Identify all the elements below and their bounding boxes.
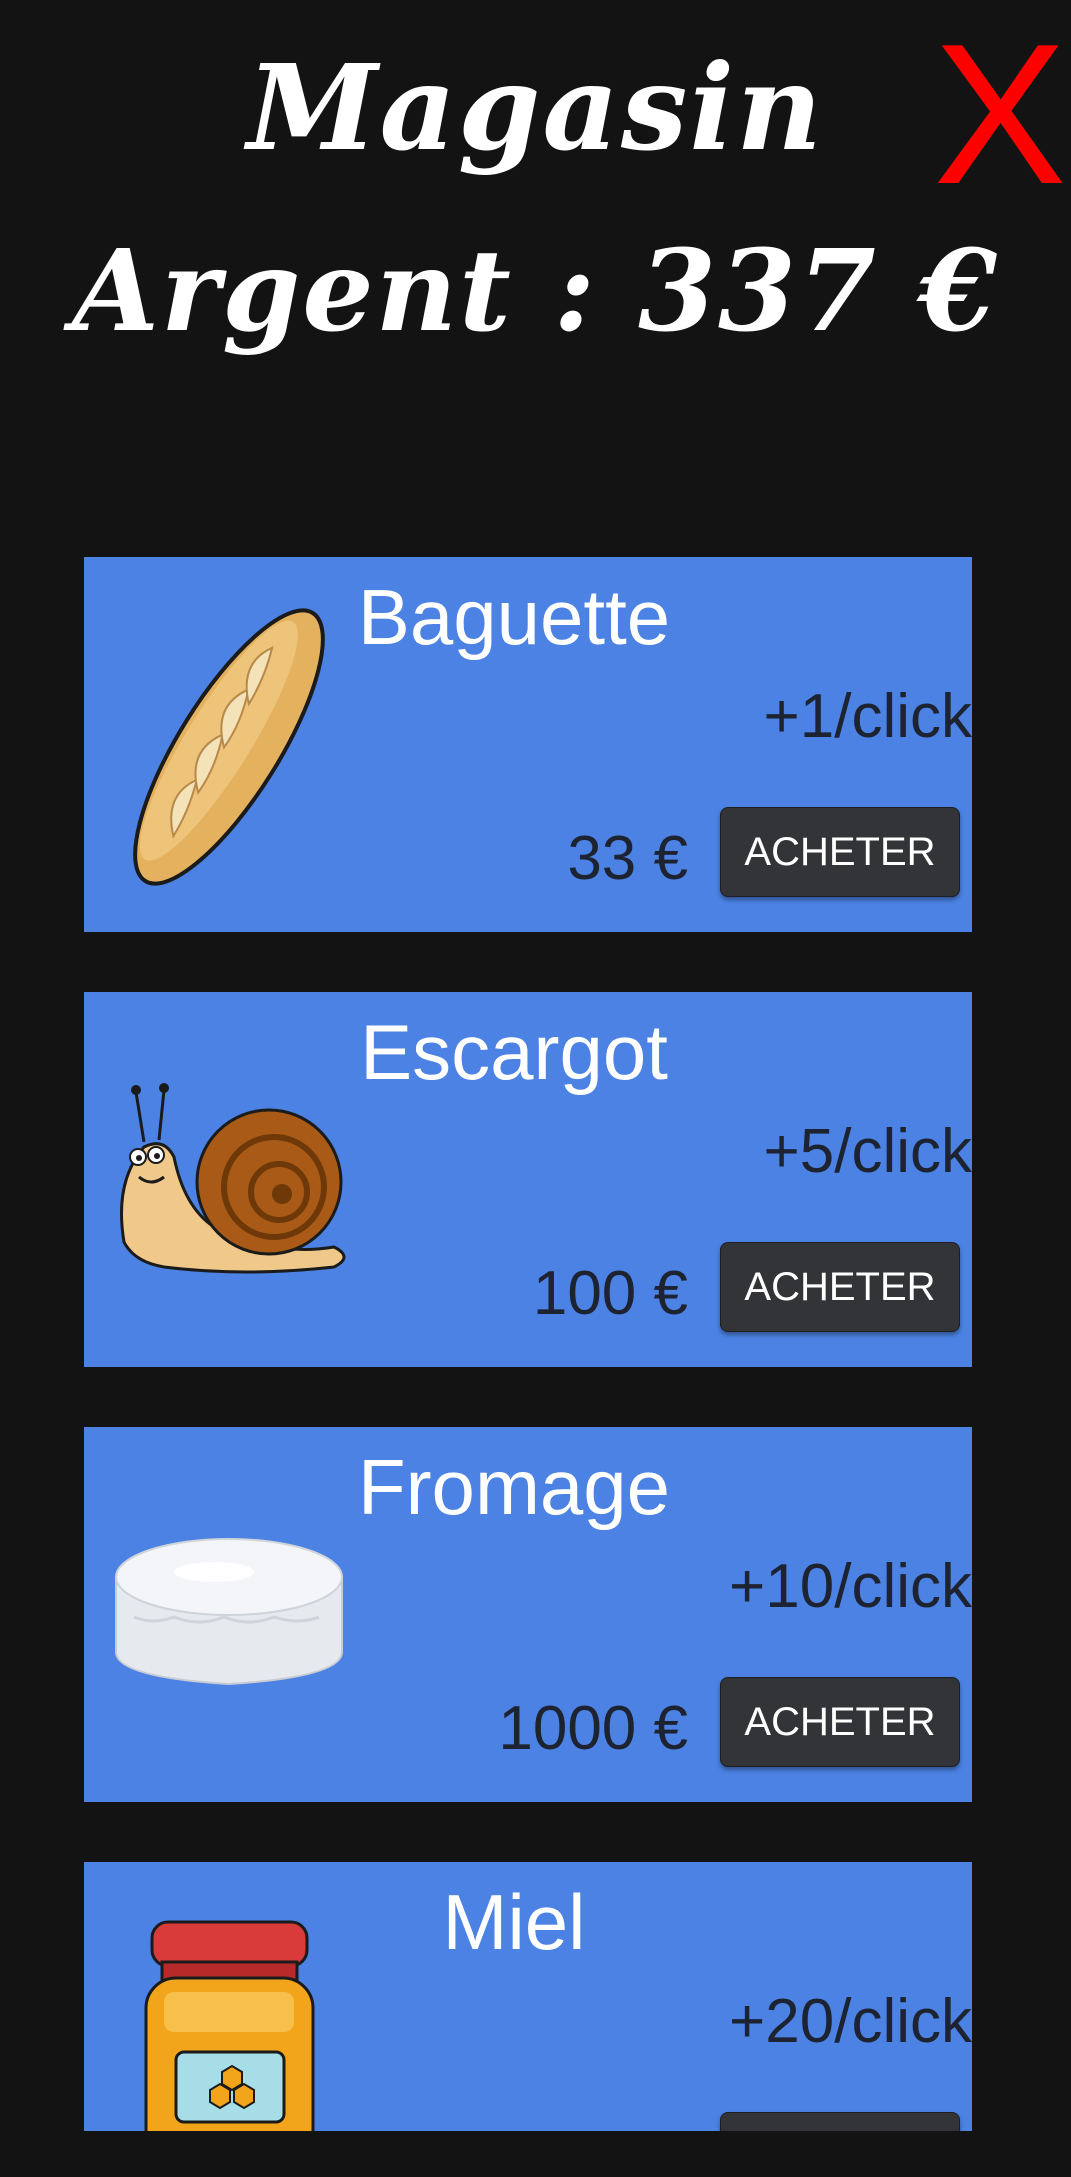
item-price: 100 €	[532, 1259, 688, 1328]
item-rate: +10/click	[729, 1552, 972, 1621]
item-rate: +20/click	[729, 1987, 972, 2056]
shop-title: Magasin	[246, 38, 825, 177]
money-display: Argent : 337 €	[72, 226, 999, 357]
shop-item-baguette: Baguette +1/click 33 € ACHETER	[84, 557, 972, 932]
item-price: 33 €	[567, 824, 688, 893]
close-button[interactable]: X	[930, 15, 1070, 215]
buy-escargot-button[interactable]: ACHETER	[720, 1242, 960, 1332]
shop-item-fromage: Fromage +10/click 1000 € ACHETER	[84, 1427, 972, 1802]
item-name: Baguette	[357, 573, 671, 661]
item-name: Miel	[442, 1878, 586, 1966]
buy-baguette-button[interactable]: ACHETER	[720, 807, 960, 897]
shop-item-miel: Miel +20/click	[84, 1862, 972, 2131]
shop-item-escargot: Escargot +5/click 100 € ACHETER	[84, 992, 972, 1367]
buy-fromage-button[interactable]: ACHETER	[720, 1677, 960, 1767]
item-name: Fromage	[357, 1443, 671, 1531]
shop-item-list[interactable]: Baguette +1/click 33 € ACHETER Escargot …	[84, 557, 972, 2131]
item-rate: +5/click	[763, 1117, 972, 1186]
item-name: Escargot	[360, 1008, 668, 1096]
buy-miel-button[interactable]	[720, 2112, 960, 2131]
item-price: 1000 €	[498, 1694, 688, 1763]
item-rate: +1/click	[763, 682, 972, 751]
